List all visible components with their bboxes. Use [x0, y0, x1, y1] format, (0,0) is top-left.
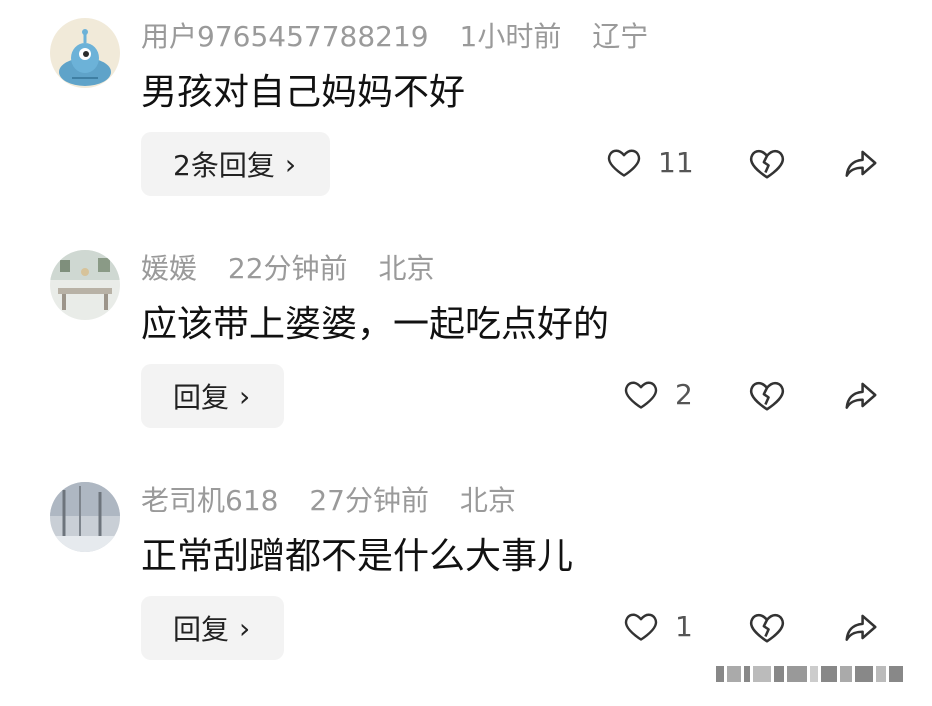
room-photo-avatar-icon [50, 250, 120, 320]
chevron-right-icon: › [239, 379, 251, 413]
alien-avatar-icon [50, 18, 120, 88]
dislike-button[interactable] [748, 144, 786, 186]
like-button[interactable]: 1 [623, 608, 693, 644]
reply-label: 2条回复 [173, 149, 275, 182]
username[interactable]: 老司机618 [141, 484, 278, 517]
heart-outline-icon [624, 381, 658, 409]
avatar[interactable] [50, 18, 120, 88]
comment-text: 应该带上婆婆，一起吃点好的 [141, 304, 610, 345]
like-button[interactable]: 2 [623, 376, 693, 412]
avatar[interactable] [50, 482, 120, 552]
chevron-right-icon: › [284, 147, 297, 181]
share-arrow-icon [845, 382, 877, 409]
reply-button[interactable]: 回复 › [141, 364, 285, 428]
share-button[interactable] [842, 144, 880, 186]
reply-label: 回复 [173, 381, 230, 414]
timestamp: 27分钟前 [309, 484, 429, 517]
like-count: 2 [675, 377, 693, 411]
watermark [716, 662, 912, 686]
like-count: 1 [675, 609, 693, 643]
comment-text: 男孩对自己妈妈不好 [141, 72, 466, 113]
chevron-right-icon: › [239, 611, 251, 645]
heart-outline-icon [624, 613, 658, 641]
location: 北京 [378, 252, 435, 285]
comment-meta: 用户9765457788219 1小时前 辽宁 [141, 19, 670, 55]
avatar[interactable] [50, 250, 120, 320]
comment-item: 用户9765457788219 1小时前 辽宁 男孩对自己妈妈不好 2条回复 ›… [0, 0, 932, 230]
comment-text: 正常刮蹭都不是什么大事儿 [141, 536, 574, 577]
share-arrow-icon [845, 150, 877, 177]
location: 北京 [459, 484, 516, 517]
broken-heart-icon [749, 381, 785, 411]
reply-button[interactable]: 回复 › [141, 596, 285, 660]
comment-item: 老司机618 27分钟前 北京 正常刮蹭都不是什么大事儿 回复 › 1 [0, 464, 932, 694]
reply-label: 回复 [173, 613, 230, 646]
broken-heart-icon [749, 149, 785, 179]
share-arrow-icon [845, 614, 877, 641]
winter-trees-avatar-icon [50, 482, 120, 552]
heart-outline-icon [607, 149, 641, 177]
like-count: 11 [658, 145, 694, 179]
share-button[interactable] [842, 608, 880, 650]
location: 辽宁 [592, 20, 649, 53]
broken-heart-icon [749, 613, 785, 643]
dislike-button[interactable] [748, 376, 786, 418]
share-button[interactable] [842, 376, 880, 418]
timestamp: 1小时前 [459, 20, 562, 53]
comment-item: 媛媛 22分钟前 北京 应该带上婆婆，一起吃点好的 回复 › 2 [0, 232, 932, 462]
view-replies-button[interactable]: 2条回复 › [141, 132, 331, 196]
like-button[interactable]: 11 [606, 144, 694, 180]
comment-meta: 老司机618 27分钟前 北京 [141, 483, 538, 519]
timestamp: 22分钟前 [227, 252, 348, 285]
username[interactable]: 媛媛 [141, 252, 197, 285]
username[interactable]: 用户9765457788219 [141, 20, 429, 53]
dislike-button[interactable] [748, 608, 786, 650]
comment-meta: 媛媛 22分钟前 北京 [141, 251, 456, 287]
